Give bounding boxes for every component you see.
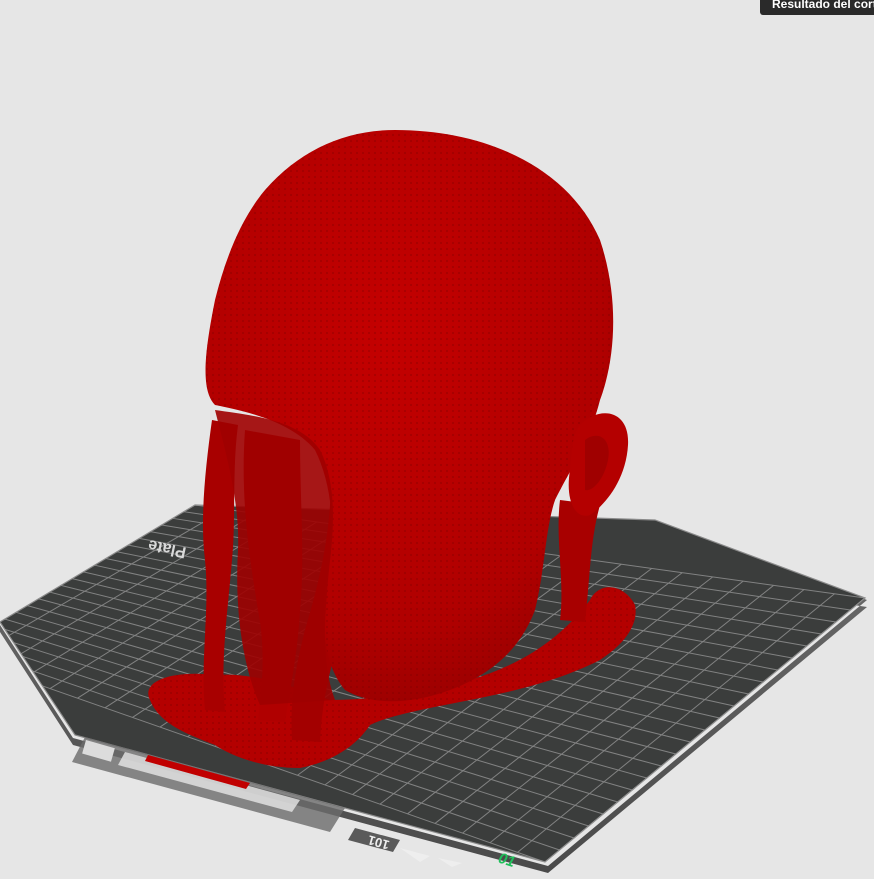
- 3d-viewport[interactable]: 101 Plate 01 Resultado del corte: [0, 0, 874, 879]
- slice-result-tooltip: Resultado del corte: [760, 0, 874, 15]
- model-head-with-supports[interactable]: [148, 130, 636, 768]
- plate-index-badge: 101: [366, 832, 391, 852]
- plate-corner-marker-2: [438, 858, 462, 867]
- scene-canvas[interactable]: 101 Plate 01: [0, 0, 874, 879]
- plate-corner-marker: [400, 848, 430, 862]
